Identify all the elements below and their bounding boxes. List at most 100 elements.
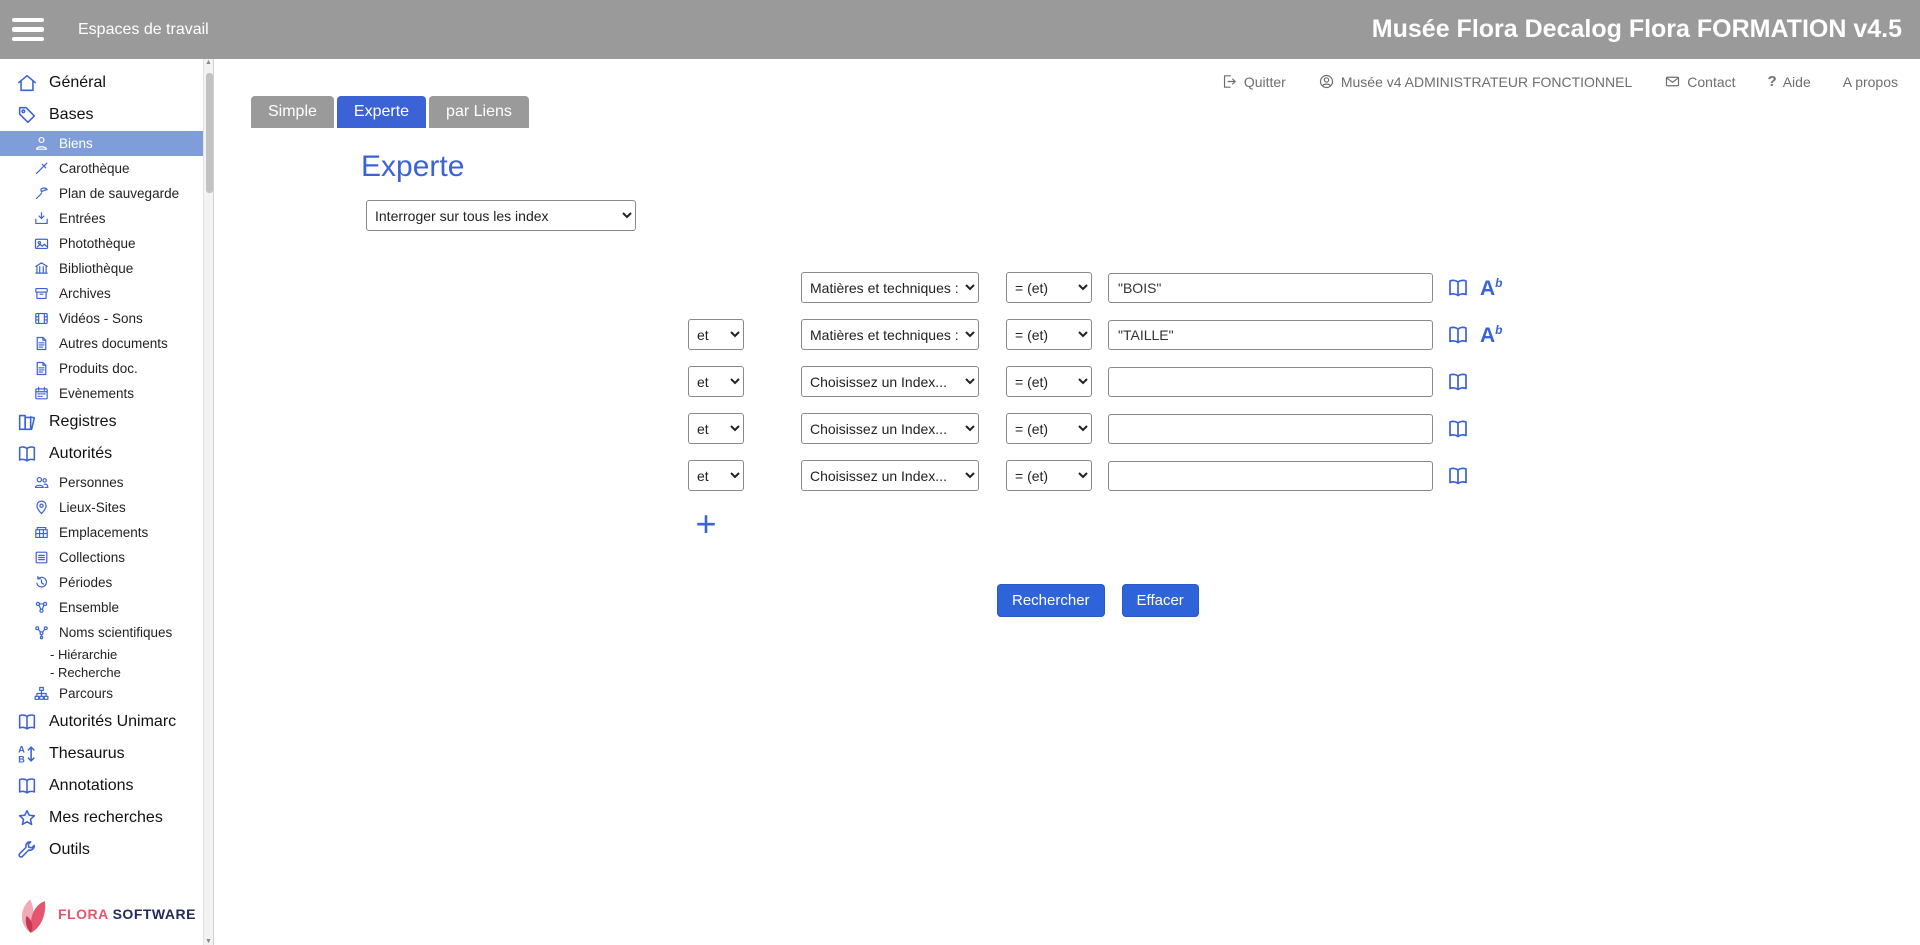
sidebar-item-produits-doc[interactable]: Produits doc. xyxy=(0,356,204,381)
about-link[interactable]: A propos xyxy=(1843,74,1898,90)
logo-text: FLORA SOFTWARE xyxy=(58,906,196,922)
bool-operator-select[interactable]: et xyxy=(688,366,744,397)
sidebar-item-ensemble[interactable]: Ensemble xyxy=(0,595,204,620)
query-row: et Choisissez un Index... = (et) xyxy=(214,459,1920,492)
molecule-icon xyxy=(33,624,50,641)
tab-simple[interactable]: Simple xyxy=(251,96,334,128)
tab-experte[interactable]: Experte xyxy=(337,96,426,128)
comparison-select[interactable]: = (et) xyxy=(1006,366,1092,397)
sidebar-item-archives[interactable]: Archives xyxy=(0,281,204,306)
query-value-input[interactable] xyxy=(1108,273,1433,303)
sidebar-item-annotations[interactable]: Annotations xyxy=(0,770,204,802)
sidebar-item-label: Collections xyxy=(59,550,125,565)
add-criterion-icon[interactable]: + xyxy=(691,506,721,542)
sidebar-item-autorites[interactable]: Autorités xyxy=(0,438,204,470)
scrollbar-thumb[interactable] xyxy=(206,73,213,193)
sidebar-item-lieux-sites[interactable]: Lieux-Sites xyxy=(0,495,204,520)
sidebar-item-bases[interactable]: Bases xyxy=(0,99,204,131)
bust-icon xyxy=(33,135,50,152)
case-sensitivity-icon[interactable]: Ab xyxy=(1480,277,1503,299)
query-value-input[interactable] xyxy=(1108,320,1433,350)
quit-label: Quitter xyxy=(1244,74,1286,90)
scroll-up-icon[interactable]: ▲ xyxy=(205,59,212,66)
sidebar-item-bibliotheque[interactable]: Bibliothèque xyxy=(0,256,204,281)
case-sensitivity-icon[interactable]: Ab xyxy=(1480,324,1503,346)
sidebar-item-personnes[interactable]: Personnes xyxy=(0,470,204,495)
query-value-input[interactable] xyxy=(1108,461,1433,491)
sidebar-item-autres-documents[interactable]: Autres documents xyxy=(0,331,204,356)
tab-par-liens[interactable]: par Liens xyxy=(429,96,529,128)
map-pin-icon xyxy=(33,499,50,516)
index-lookup-icon[interactable] xyxy=(1445,323,1471,347)
sidebar-item-emplacements[interactable]: Emplacements xyxy=(0,520,204,545)
index-lookup-icon[interactable] xyxy=(1445,417,1471,441)
sidebar-item-entrees[interactable]: Entrées xyxy=(0,206,204,231)
comparison-select[interactable]: = (et) xyxy=(1006,413,1092,444)
photo-icon xyxy=(33,235,50,252)
sidebar-item-general[interactable]: Général xyxy=(0,67,204,99)
search-button[interactable]: Rechercher xyxy=(997,584,1105,617)
sidebar-item-thesaurus[interactable]: Thesaurus xyxy=(0,738,204,770)
logo-word-software: SOFTWARE xyxy=(113,906,196,922)
sitemap-icon xyxy=(33,685,50,702)
bool-operator-select[interactable]: et xyxy=(688,460,744,491)
bool-operator-select[interactable]: et xyxy=(688,319,744,350)
sidebar-item-parcours[interactable]: Parcours xyxy=(0,681,204,706)
main-content: Quitter Musée v4 ADMINISTRATEUR FONCTION… xyxy=(214,59,1920,945)
sidebar-item-collections[interactable]: Collections xyxy=(0,545,204,570)
current-user[interactable]: Musée v4 ADMINISTRATEUR FONCTIONNEL xyxy=(1318,73,1632,90)
comparison-select[interactable]: = (et) xyxy=(1006,319,1092,350)
sidebar-scrollbar[interactable]: ▲ ▼ xyxy=(203,59,213,945)
sidebar-item-autorites-unimarc[interactable]: Autorités Unimarc xyxy=(0,706,204,738)
contact-link[interactable]: Contact xyxy=(1664,73,1735,90)
help-link[interactable]: ? Aide xyxy=(1768,73,1811,90)
comparison-select[interactable]: = (et) xyxy=(1006,460,1092,491)
sidebar-item-carotheque[interactable]: Carothèque xyxy=(0,156,204,181)
document-icon xyxy=(33,360,50,377)
sidebar-item-label: Emplacements xyxy=(59,525,148,540)
sidebar-item-biens[interactable]: Biens xyxy=(0,131,204,156)
sidebar-item-label: Entrées xyxy=(59,211,106,226)
sidebar-item-label: - Recherche xyxy=(50,665,121,680)
sidebar-item-label: Mes recherches xyxy=(49,809,163,827)
index-select[interactable]: Choisissez un Index... xyxy=(801,460,979,491)
search-tabs: Simple Experte par Liens xyxy=(251,96,1920,128)
query-value-input[interactable] xyxy=(1108,414,1433,444)
index-lookup-icon[interactable] xyxy=(1445,370,1471,394)
scroll-down-icon[interactable]: ▼ xyxy=(205,938,212,945)
sidebar-item-videos-sons[interactable]: Vidéos - Sons xyxy=(0,306,204,331)
sidebar-item-label: Evènements xyxy=(59,386,134,401)
index-select[interactable]: Choisissez un Index... xyxy=(801,366,979,397)
index-select[interactable]: Matières et techniques : xyxy=(801,272,979,303)
sidebar-item-evenements[interactable]: Evènements xyxy=(0,381,204,406)
library-icon xyxy=(33,260,50,277)
index-lookup-icon[interactable] xyxy=(1445,464,1471,488)
index-scope-select[interactable]: Interroger sur tous les index xyxy=(366,200,636,231)
clear-button[interactable]: Effacer xyxy=(1122,584,1199,617)
calendar-icon xyxy=(33,385,50,402)
home-icon xyxy=(16,72,38,94)
sidebar-item-plan-de-sauvegarde[interactable]: Plan de sauvegarde xyxy=(0,181,204,206)
index-select[interactable]: Choisissez un Index... xyxy=(801,413,979,444)
sidebar-item-noms-scientifiques[interactable]: Noms scientifiques xyxy=(0,620,204,645)
sidebar-item-outils[interactable]: Outils xyxy=(0,834,204,866)
user-icon xyxy=(1318,73,1335,90)
index-select[interactable]: Matières et techniques : xyxy=(801,319,979,350)
index-lookup-icon[interactable] xyxy=(1445,276,1471,300)
sidebar-item-registres[interactable]: Registres xyxy=(0,406,204,438)
sidebar-item-mes-recherches[interactable]: Mes recherches xyxy=(0,802,204,834)
sidebar-item-phototheque[interactable]: Photothèque xyxy=(0,231,204,256)
sidebar-item-hierarchie[interactable]: - Hiérarchie xyxy=(0,645,204,663)
menu-icon[interactable] xyxy=(12,15,52,45)
sidebar-item-periodes[interactable]: Périodes xyxy=(0,570,204,595)
sidebar-item-label: Ensemble xyxy=(59,600,119,615)
sidebar-item-recherche[interactable]: - Recherche xyxy=(0,663,204,681)
comparison-select[interactable]: = (et) xyxy=(1006,272,1092,303)
sidebar-item-label: Annotations xyxy=(49,777,134,795)
film-icon xyxy=(33,310,50,327)
bool-operator-select[interactable]: et xyxy=(688,413,744,444)
sidebar-item-label: Lieux-Sites xyxy=(59,500,126,515)
query-row: et Choisissez un Index... = (et) xyxy=(214,365,1920,398)
query-value-input[interactable] xyxy=(1108,367,1433,397)
quit-link[interactable]: Quitter xyxy=(1221,73,1286,90)
